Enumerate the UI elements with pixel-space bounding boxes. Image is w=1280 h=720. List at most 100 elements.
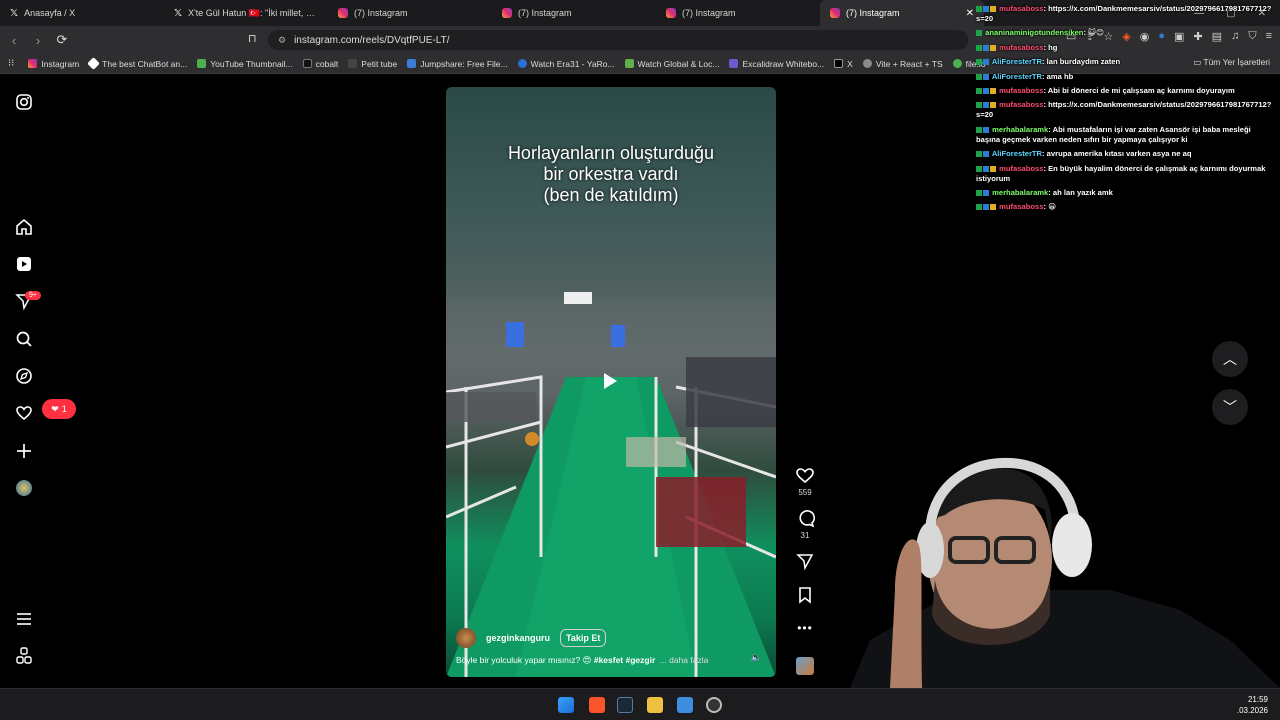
badge-icon bbox=[976, 30, 982, 37]
badge-icon bbox=[990, 102, 996, 109]
audio-thumbnail[interactable] bbox=[796, 657, 814, 675]
more-menu-icon[interactable] bbox=[14, 609, 34, 629]
badge-icon bbox=[983, 102, 989, 109]
chat-username: merhabalaramk bbox=[992, 124, 1049, 134]
chat-username: mufasaboss bbox=[999, 85, 1044, 95]
chat-text: : Abi bi dönerci de mi çalışsam aç karnı… bbox=[1043, 85, 1235, 95]
reload-icon[interactable]: ⟳ bbox=[52, 32, 72, 48]
bookmark-item[interactable]: The best ChatBot an... bbox=[87, 57, 187, 70]
badge-icon bbox=[983, 87, 989, 94]
chat-message: merhabalaramk: Abi mustafaların işi var … bbox=[976, 125, 1276, 145]
system-clock[interactable]: 21:59 .03.2026 bbox=[1237, 694, 1268, 716]
explore-icon[interactable] bbox=[14, 366, 34, 386]
chat-message: mufasaboss: https://x.com/Dankmemesarsiv… bbox=[976, 4, 1276, 24]
badge-icon bbox=[983, 44, 989, 51]
close-tab-icon[interactable]: ✕ bbox=[966, 8, 974, 19]
forward-icon[interactable]: › bbox=[28, 33, 48, 48]
show-more-link[interactable]: ... daha fazla bbox=[660, 655, 709, 665]
volume-icon[interactable]: 🔈 bbox=[751, 652, 762, 663]
instagram-icon bbox=[830, 8, 840, 18]
bookmark-item[interactable]: Watch Global & Loc... bbox=[624, 59, 719, 69]
reel-description: Böyle bir yolculuk yapar mısınız? 😍 #kes… bbox=[456, 655, 709, 665]
badge-icon bbox=[990, 44, 996, 51]
bookmark-item[interactable]: YouTube Thumbnail... bbox=[197, 59, 293, 69]
browser-tab[interactable]: (7) Instagram bbox=[328, 0, 492, 26]
author-username[interactable]: gezginkanguru bbox=[486, 633, 550, 643]
chat-message: mufasaboss: Abi bi dönerci de mi çalışsa… bbox=[976, 86, 1276, 96]
obs-icon[interactable] bbox=[706, 697, 722, 713]
youtube-thumbnail-icon bbox=[197, 59, 207, 68]
chevron-up-icon: ︿ bbox=[1223, 351, 1237, 367]
url-field[interactable]: ⚙ instagram.com/reels/DVqtfPUE-LT/ bbox=[268, 30, 968, 50]
create-plus-icon[interactable] bbox=[14, 441, 34, 461]
browser-tab[interactable]: (7) Instagram bbox=[656, 0, 820, 26]
reels-icon[interactable] bbox=[14, 254, 34, 274]
save-bookmark-icon[interactable] bbox=[790, 585, 820, 605]
badge-icon bbox=[976, 189, 982, 196]
site-info-icon[interactable]: ⚙ bbox=[278, 35, 286, 46]
browser-tab[interactable]: 𝕏X'te Gül Hatun 🇹🇷: "İki millet, sıfır d… bbox=[164, 0, 328, 26]
more-options-icon[interactable]: ••• bbox=[790, 621, 820, 635]
browser-tab[interactable]: 𝕏 Anasayfa / X bbox=[0, 0, 164, 26]
notifications-heart-icon[interactable] bbox=[14, 403, 34, 423]
brave-browser-icon[interactable] bbox=[589, 697, 605, 713]
profile-avatar[interactable] bbox=[14, 478, 34, 498]
follow-button[interactable]: Takip Et bbox=[560, 629, 607, 647]
home-icon[interactable] bbox=[14, 217, 34, 237]
chat-message: mufasaboss: 😀 bbox=[976, 202, 1276, 212]
windows-start-icon[interactable] bbox=[558, 697, 574, 713]
streamer-webcam bbox=[850, 440, 1280, 688]
browser-tab[interactable]: (7) Instagram bbox=[492, 0, 656, 26]
comment-count: 31 bbox=[800, 531, 810, 540]
badge-icon bbox=[976, 151, 982, 158]
chat-message: mufasaboss: https://x.com/Dankmemesarsiv… bbox=[976, 100, 1276, 120]
chat-username: mufasaboss bbox=[999, 42, 1044, 52]
play-icon[interactable] bbox=[604, 373, 617, 389]
bookmark-item[interactable]: Watch Era31 - YaRo... bbox=[517, 59, 615, 69]
bookmark-item[interactable]: Jumpshare: Free File... bbox=[407, 59, 508, 69]
chat-text: : avrupa amerika kıtası varken asya ne a… bbox=[1042, 149, 1192, 159]
like-count: 559 bbox=[798, 488, 812, 497]
browser-tab-active[interactable]: (7) Instagram ✕ bbox=[820, 0, 984, 26]
chat-message: ananinaminigotundensiken: 😺😊 bbox=[976, 28, 1276, 38]
apps-icon[interactable]: ⁝⁝ bbox=[8, 58, 14, 69]
notification-count-badge: ❤ 1 bbox=[42, 399, 76, 419]
steam-icon[interactable] bbox=[617, 697, 633, 713]
reel-caption-overlay: Horlayanların oluşturduğu bir orkestra v… bbox=[507, 143, 715, 205]
chevron-down-icon: ﹀ bbox=[1223, 399, 1237, 415]
badge-icon bbox=[983, 189, 989, 196]
search-icon[interactable] bbox=[14, 329, 34, 349]
badge-icon bbox=[990, 6, 996, 12]
hashtags[interactable]: #kesfet #gezgir bbox=[594, 655, 655, 665]
like-action: 559 bbox=[790, 465, 820, 497]
badge-icon bbox=[983, 73, 989, 80]
reel-video[interactable]: Horlayanların oluşturduğu bir orkestra v… bbox=[446, 87, 776, 677]
previous-reel-button[interactable]: ︿ bbox=[1212, 341, 1248, 377]
badge-icon bbox=[983, 59, 989, 66]
file-explorer-icon[interactable] bbox=[647, 697, 663, 713]
badge-icon bbox=[976, 102, 982, 109]
bookmark-item[interactable]: cobalt bbox=[302, 59, 338, 69]
share-icon[interactable] bbox=[790, 551, 820, 571]
badge-icon bbox=[976, 73, 982, 80]
bookmark-item[interactable]: X bbox=[834, 59, 853, 69]
chat-message: mufasaboss: hg bbox=[976, 43, 1276, 53]
bookmark-icon[interactable]: ⊓ bbox=[248, 32, 257, 45]
next-reel-button[interactable]: ﹀ bbox=[1212, 389, 1248, 425]
jumpshare-icon bbox=[407, 59, 417, 68]
back-icon[interactable]: ‹ bbox=[4, 33, 24, 48]
x-icon: 𝕏 bbox=[174, 7, 183, 19]
comment-icon[interactable] bbox=[790, 508, 820, 528]
app-icon[interactable] bbox=[677, 697, 693, 713]
bookmark-item[interactable]: Instagram bbox=[28, 59, 79, 69]
instagram-logo-icon[interactable] bbox=[14, 92, 34, 112]
chat-text: : 😀 bbox=[1043, 202, 1057, 212]
badge-icon bbox=[983, 126, 989, 133]
bookmark-item[interactable]: Petit tube bbox=[348, 59, 397, 69]
badge-icon bbox=[983, 165, 989, 172]
bookmark-item[interactable]: Excalidraw Whitebo... bbox=[729, 59, 824, 69]
bookmark-item[interactable]: Vite + React + TS bbox=[862, 59, 943, 69]
author-avatar[interactable] bbox=[456, 628, 476, 648]
also-from-meta-icon[interactable] bbox=[14, 646, 34, 666]
like-heart-icon[interactable] bbox=[790, 465, 820, 485]
